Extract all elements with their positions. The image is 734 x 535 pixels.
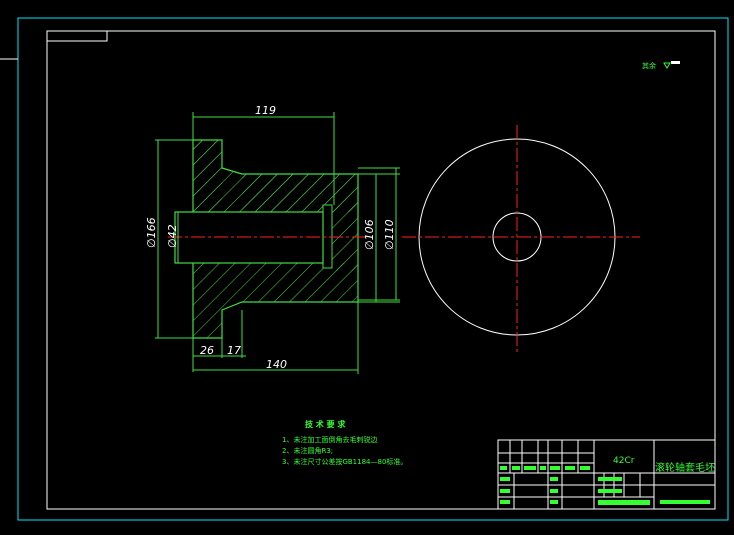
dim-dia-106: ∅106 [363,219,376,250]
dim-dia-166: ∅166 [145,217,158,248]
title-block: 42Cr 滚轮轴套毛坯 [497,439,716,510]
dim-dia-110: ∅110 [383,219,396,250]
dim-26: 26 [200,344,214,357]
drawing-frame [46,30,716,510]
tech-req-item-1: 1、未注加工面倒角去毛刺锐边 [282,435,377,444]
frame-code-box [46,30,108,42]
surface-note-text: 其余 [642,61,656,70]
title-part-name: 滚轮轴套毛坯 [655,461,715,474]
tech-req-item-3: 3、未注尺寸公差按GB1184—80标准。 [282,457,407,466]
dim-119: 119 [255,104,276,117]
section-view [168,139,370,339]
dim-140: 140 [266,358,287,371]
tech-req-item-2: 2、未注圆角R3; [282,446,333,455]
dim-dia-42: ∅42 [166,224,179,248]
surface-roughness-note: 其余 [642,61,680,70]
cad-drawing: 其余 119 ∅166 ∅42 ∅106 ∅110 26 17 140 技 术 … [0,17,729,521]
dim-17: 17 [227,344,241,357]
sheet-border [17,17,729,521]
technical-requirements: 技 术 要 求 1、未注加工面倒角去毛刺锐边 2、未注圆角R3; 3、未注尺寸公… [282,419,407,466]
title-material: 42Cr [613,456,635,466]
tech-req-title: 技 术 要 求 [305,419,346,429]
end-view [402,125,640,352]
